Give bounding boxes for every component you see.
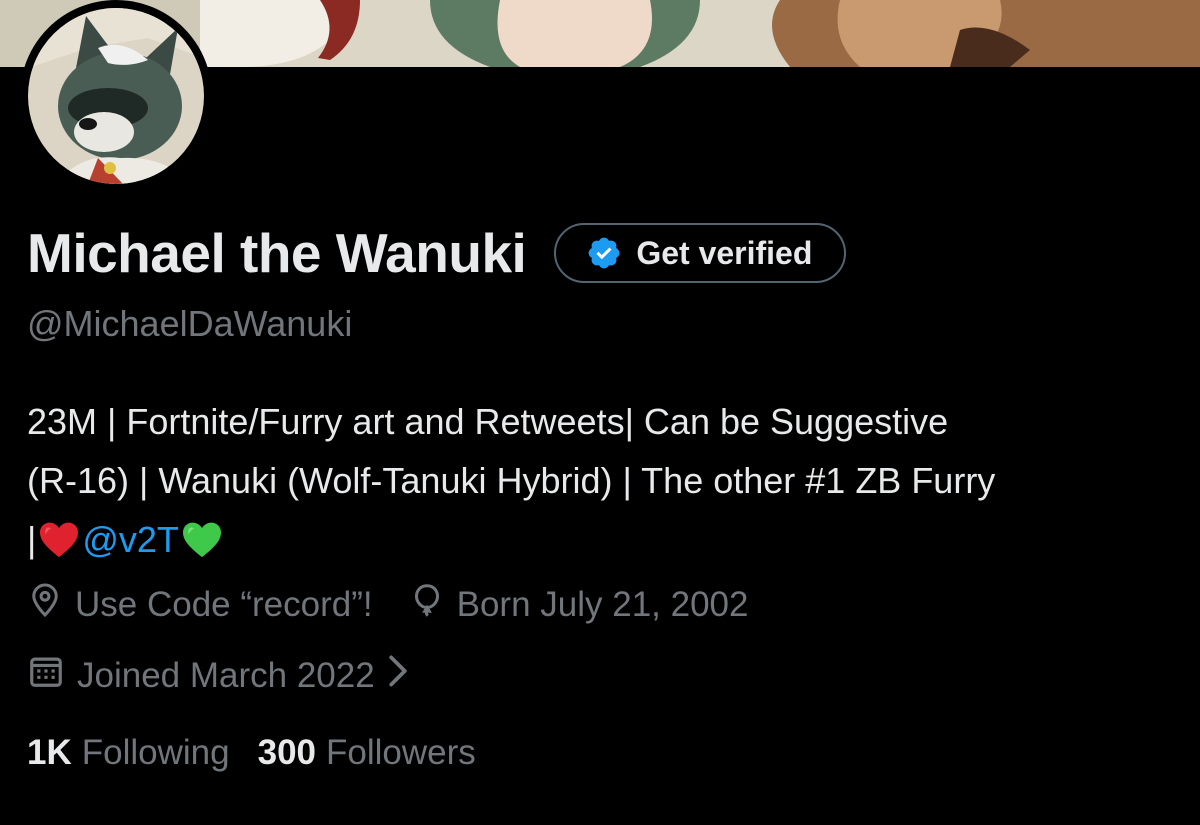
get-verified-button[interactable]: Get verified: [554, 223, 847, 283]
get-verified-label: Get verified: [636, 234, 813, 271]
following-count: 1K: [27, 733, 72, 772]
follow-stats: 1K Following 300 Followers: [27, 733, 476, 773]
birthday-text: Born July 21, 2002: [456, 584, 749, 624]
followers-link[interactable]: 300 Followers: [258, 733, 476, 773]
location-item: Use Code “record”!: [27, 582, 373, 627]
calendar-icon: [27, 652, 65, 699]
balloon-icon: [409, 582, 445, 627]
joined-row[interactable]: Joined March 2022: [27, 652, 409, 699]
chevron-right-icon: [387, 654, 409, 697]
profile-bio: 23M | Fortnite/Furry art and Retweets| C…: [27, 392, 1187, 575]
location-pin-icon: [27, 582, 63, 627]
location-text: Use Code “record”!: [75, 584, 373, 624]
following-label: Following: [81, 733, 230, 772]
avatar-image: [28, 8, 204, 184]
joined-text: Joined March 2022: [77, 655, 375, 695]
profile-handle: @MichaelDaWanuki: [27, 303, 353, 344]
following-link[interactable]: 1K Following: [27, 733, 230, 773]
bio-line: | @v2T: [27, 510, 1187, 575]
birthday-item: Born July 21, 2002: [409, 582, 749, 627]
name-row: Michael the Wanuki Get verified: [27, 219, 847, 287]
followers-label: Followers: [326, 733, 476, 772]
display-name: Michael the Wanuki: [27, 222, 527, 284]
bio-separator: |: [27, 519, 37, 560]
verified-badge-icon: [588, 237, 620, 269]
followers-count: 300: [257, 733, 317, 772]
profile-meta-row: Use Code “record”! Born July 21, 2002: [27, 582, 748, 627]
bio-line: 23M | Fortnite/Furry art and Retweets| C…: [27, 401, 949, 442]
bio-line: (R-16) | Wanuki (Wolf-Tanuki Hybrid) | T…: [27, 460, 996, 501]
profile-avatar[interactable]: [20, 0, 212, 192]
bio-mention-link[interactable]: @v2T: [82, 519, 179, 560]
green-heart-emoji: [181, 516, 223, 575]
joined-item[interactable]: Joined March 2022: [27, 652, 409, 699]
red-heart-emoji: [38, 516, 80, 575]
